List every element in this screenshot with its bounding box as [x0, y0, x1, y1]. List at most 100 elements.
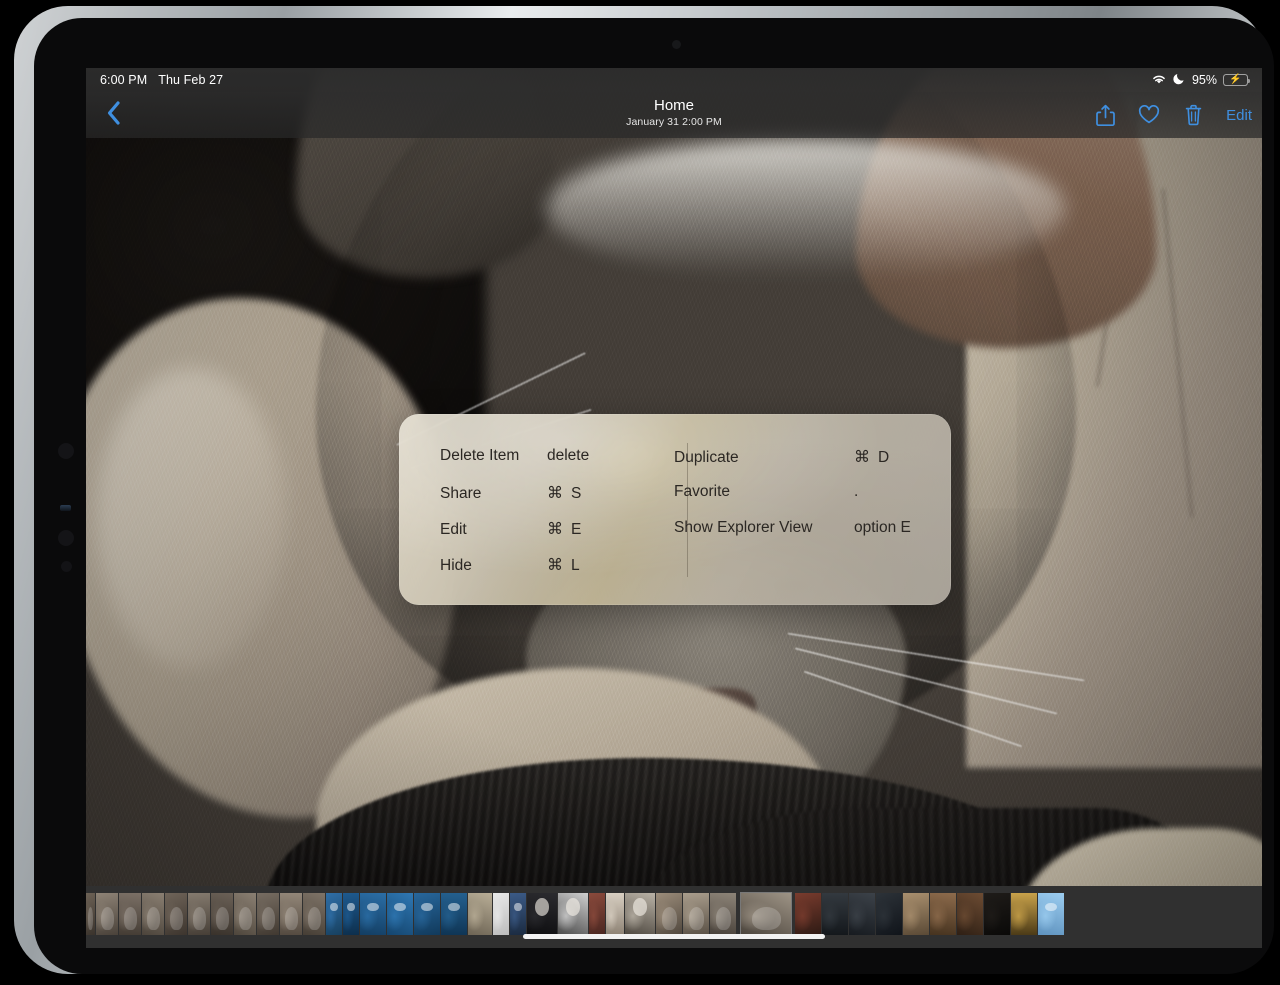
filmstrip-thumb[interactable]	[280, 893, 302, 935]
filmstrip-track[interactable]	[86, 893, 1065, 935]
sensor-dot-icon	[58, 530, 74, 546]
thumb-shape	[534, 898, 549, 916]
filmstrip-thumb[interactable]	[606, 893, 624, 935]
heart-icon[interactable]	[1138, 103, 1160, 127]
filmstrip-thumb[interactable]	[211, 893, 233, 935]
shortcut-row[interactable]: Delete Item delete	[440, 447, 637, 483]
filmstrip-thumb[interactable]	[142, 893, 164, 935]
thumb-shape	[215, 907, 229, 930]
filmstrip-thumb[interactable]	[656, 893, 682, 935]
filmstrip-thumb[interactable]	[510, 893, 526, 935]
trash-icon[interactable]	[1182, 103, 1204, 127]
filmstrip-thumb[interactable]	[257, 893, 279, 935]
shortcut-row[interactable]: Edit ⌘ E	[440, 519, 637, 555]
thumb-shape	[347, 903, 355, 912]
thumb-shape	[100, 907, 114, 930]
shortcut-key: option E	[854, 519, 911, 536]
shortcut-key: S	[571, 485, 582, 502]
filmstrip-thumb[interactable]	[86, 893, 95, 935]
wifi-icon	[1151, 73, 1167, 88]
filmstrip-thumb[interactable]	[822, 893, 848, 935]
shortcut-row[interactable]: Favorite.	[674, 483, 937, 519]
filmstrip-thumb[interactable]	[468, 893, 492, 935]
filmstrip-thumb[interactable]	[527, 893, 557, 935]
thumb-shape	[715, 907, 731, 930]
filmstrip-thumb[interactable]	[876, 893, 902, 935]
filmstrip-thumb[interactable]	[234, 893, 256, 935]
filmstrip-thumb[interactable]	[849, 893, 875, 935]
shortcut-keys: delete	[547, 447, 589, 465]
filmstrip-thumb[interactable]	[96, 893, 118, 935]
sensor-dot-icon	[61, 561, 72, 572]
thumb-shape	[330, 903, 338, 912]
thumb-shape	[632, 898, 647, 916]
shortcut-label: Show Explorer View	[674, 519, 813, 536]
filmstrip-thumb[interactable]	[957, 893, 983, 935]
thumb-shape	[284, 907, 298, 930]
filmstrip-thumb[interactable]	[326, 893, 342, 935]
filmstrip-thumb[interactable]	[903, 893, 929, 935]
thumb-shape	[795, 900, 813, 931]
filmstrip-thumb[interactable]	[1011, 893, 1037, 935]
moon-icon	[1173, 72, 1186, 88]
shortcut-column-left: Delete Item delete Share ⌘ S Edit ⌘ E Hide ⌘ L	[399, 447, 637, 605]
filmstrip-thumb[interactable]	[188, 893, 210, 935]
thumb-shape	[589, 900, 600, 931]
nav-actions: Edit	[1094, 96, 1252, 134]
shortcut-columns: Delete Item delete Share ⌘ S Edit ⌘ E Hide ⌘ L Dup…	[399, 414, 951, 605]
filmstrip-thumb[interactable]	[119, 893, 141, 935]
keyboard-shortcut-overlay: Delete Item delete Share ⌘ S Edit ⌘ E Hide ⌘ L Dup…	[399, 414, 951, 605]
filmstrip-thumb[interactable]	[1038, 893, 1064, 935]
filmstrip-thumb[interactable]	[343, 893, 359, 935]
shortcut-keys: ⌘ L	[547, 555, 580, 575]
battery-percent: 95%	[1191, 73, 1217, 87]
thumb-shape	[565, 898, 580, 916]
shortcut-row[interactable]: Hide ⌘ L	[440, 555, 637, 591]
thumb-shape	[307, 907, 321, 930]
filmstrip-thumb-selected[interactable]	[741, 893, 791, 935]
filmstrip-thumb[interactable]	[303, 893, 325, 935]
filmstrip-thumb[interactable]	[795, 893, 821, 935]
shortcut-row[interactable]: Duplicate ⌘ D	[674, 447, 937, 483]
thumb-shape	[514, 903, 522, 912]
thumb-shape	[752, 907, 781, 930]
filmstrip-thumb[interactable]	[589, 893, 605, 935]
filmstrip-thumb[interactable]	[360, 893, 386, 935]
sensor-slot-icon	[60, 505, 71, 511]
thumb-shape	[984, 900, 1002, 931]
device-frame: 6:00 PM Thu Feb 27 95% ⚡ Home January 31…	[0, 0, 1280, 985]
filmstrip-thumb[interactable]	[683, 893, 709, 935]
shortcut-keys: ⌘ E	[547, 519, 581, 539]
thumb-shape	[606, 900, 619, 931]
thumb-shape	[957, 900, 975, 931]
filmstrip-thumb[interactable]	[625, 893, 655, 935]
filmstrip-thumb[interactable]	[930, 893, 956, 935]
filmstrip-thumb[interactable]	[387, 893, 413, 935]
filmstrip-thumb[interactable]	[441, 893, 467, 935]
filmstrip-thumb[interactable]	[558, 893, 588, 935]
shortcut-row[interactable]: Show Explorer View option E	[674, 519, 937, 555]
thumb-shape	[493, 900, 504, 931]
thumb-shape	[169, 907, 183, 930]
thumb-shape	[192, 907, 206, 930]
shortcut-key: delete	[547, 447, 590, 464]
home-indicator[interactable]	[523, 934, 825, 939]
thumb-shape	[822, 900, 840, 931]
filmstrip-thumb[interactable]	[165, 893, 187, 935]
thumb-shape	[87, 907, 94, 930]
navigation-bar: Home January 31 2:00 PM Edit	[86, 92, 1262, 138]
filmstrip-thumb[interactable]	[414, 893, 440, 935]
filmstrip-thumb[interactable]	[710, 893, 736, 935]
thumb-shape	[261, 907, 275, 930]
shortcut-row[interactable]: Share ⌘ S	[440, 483, 637, 519]
shortcut-keys: .	[854, 483, 858, 501]
filmstrip-thumb[interactable]	[984, 893, 1010, 935]
edit-button[interactable]: Edit	[1226, 107, 1252, 124]
shortcut-label: Duplicate	[674, 449, 739, 466]
shortcut-label: Share	[440, 485, 482, 502]
page-subtitle: January 31 2:00 PM	[626, 116, 722, 129]
share-icon[interactable]	[1094, 103, 1116, 127]
filmstrip-thumb[interactable]	[493, 893, 509, 935]
thumb-shape	[238, 907, 252, 930]
status-date: Thu Feb 27	[158, 73, 224, 87]
